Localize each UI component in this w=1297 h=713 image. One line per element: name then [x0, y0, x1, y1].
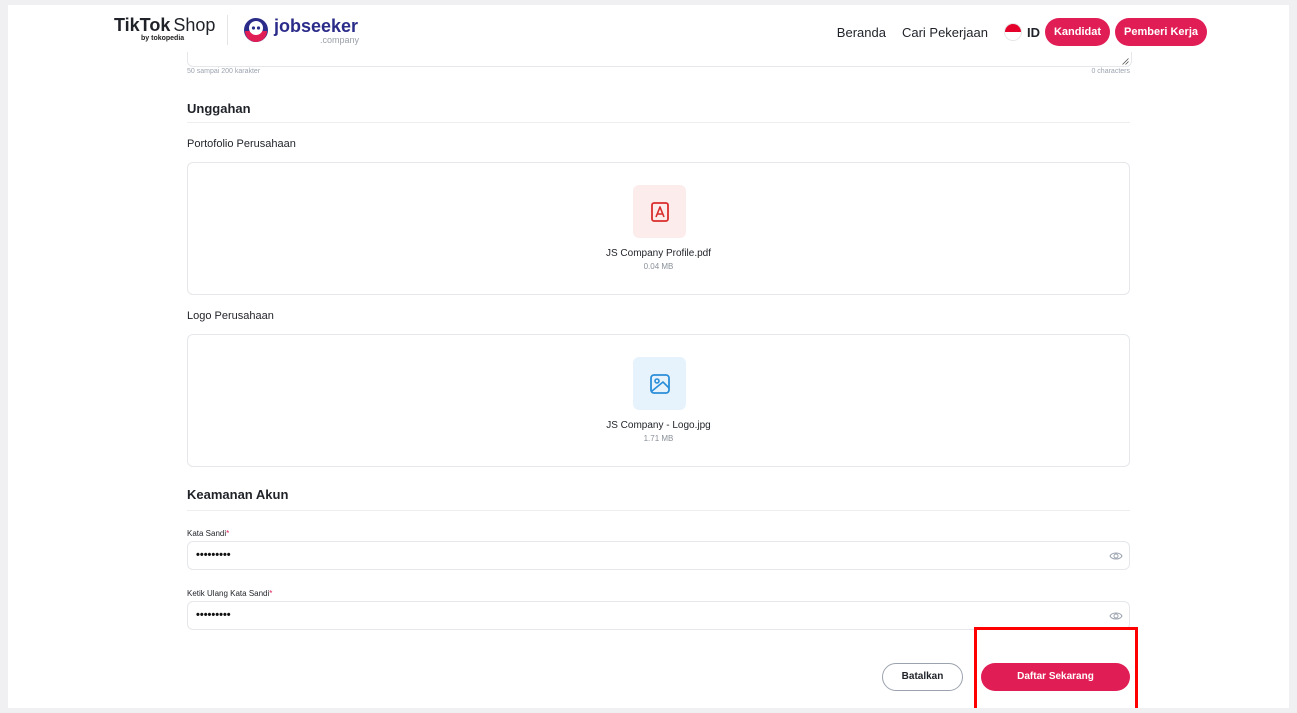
password-input[interactable]: ••••••••• [187, 541, 1130, 570]
eye-icon[interactable] [1109, 550, 1123, 562]
nav-beranda[interactable]: Beranda [837, 25, 886, 40]
description-counter: 0 characters [1091, 68, 1130, 75]
logo-dropzone[interactable]: JS Company - Logo.jpg 1.71 MB [187, 334, 1130, 467]
jobseeker-wordmark: jobseeker [274, 16, 359, 36]
portfolio-dropzone[interactable]: JS Company Profile.pdf 0.04 MB [187, 162, 1130, 295]
portfolio-file-name: JS Company Profile.pdf [605, 248, 712, 259]
password-label: Kata Sandi* [187, 529, 229, 538]
description-textarea[interactable] [187, 52, 1132, 67]
portfolio-label: Portofolio Perusahaan [187, 138, 296, 150]
eye-icon[interactable] [1109, 610, 1123, 622]
security-title: Keamanan Akun [187, 487, 289, 502]
pdf-file-icon [650, 201, 669, 222]
uploads-title: Unggahan [187, 101, 251, 116]
company-suffix: .company [320, 35, 360, 45]
confirm-label-text: Ketik Ulang Kata Sandi [187, 589, 270, 598]
language-code: ID [1026, 24, 1040, 40]
image-file-icon [649, 373, 670, 394]
password-label-text: Kata Sandi [187, 529, 227, 538]
main-nav: Beranda Cari Pekerjaan ID Kandidat Pembe… [837, 18, 1207, 46]
logo-label: Logo Perusahaan [187, 310, 274, 322]
logo-file-name: JS Company - Logo.jpg [606, 420, 711, 431]
resize-handle-icon[interactable] [1122, 58, 1129, 65]
security-divider [187, 510, 1130, 511]
indonesia-flag-icon [1003, 23, 1022, 41]
image-file-badge [633, 357, 686, 410]
confirm-password-label: Ketik Ulang Kata Sandi* [187, 589, 272, 598]
required-mark: * [226, 529, 230, 538]
tiktok-wordmark: TikTok [114, 15, 171, 35]
portfolio-file-size: 0.04 MB [643, 262, 674, 271]
uploads-divider [187, 122, 1130, 123]
jobseeker-logo[interactable]: jobseeker .company [243, 17, 359, 47]
confirm-password-value: ••••••••• [196, 609, 231, 621]
brand-divider [227, 15, 228, 45]
required-mark: * [269, 589, 273, 598]
kandidat-button[interactable]: Kandidat [1044, 18, 1111, 46]
language-switcher[interactable]: ID [1003, 23, 1040, 41]
description-hint: 50 sampai 200 karakter [187, 68, 261, 75]
nav-cari-pekerjaan[interactable]: Cari Pekerjaan [902, 25, 988, 40]
pdf-file-badge [633, 185, 686, 238]
jobseeker-face-icon [244, 18, 268, 42]
password-value: ••••••••• [196, 549, 231, 561]
logo-file-size: 1.71 MB [643, 434, 674, 443]
registration-page: TikTok Shop by tokopedia jobseeker .comp… [8, 5, 1289, 708]
tiktok-shop-logo[interactable]: TikTok Shop by tokopedia [111, 15, 215, 45]
pemberi-kerja-button[interactable]: Pemberi Kerja [1115, 18, 1207, 46]
confirm-password-input[interactable]: ••••••••• [187, 601, 1130, 630]
cancel-button[interactable]: Batalkan [882, 663, 963, 691]
shop-wordmark: Shop [173, 15, 216, 35]
highlight-box [974, 627, 1138, 708]
tokopedia-tagline: by tokopedia [141, 35, 185, 42]
